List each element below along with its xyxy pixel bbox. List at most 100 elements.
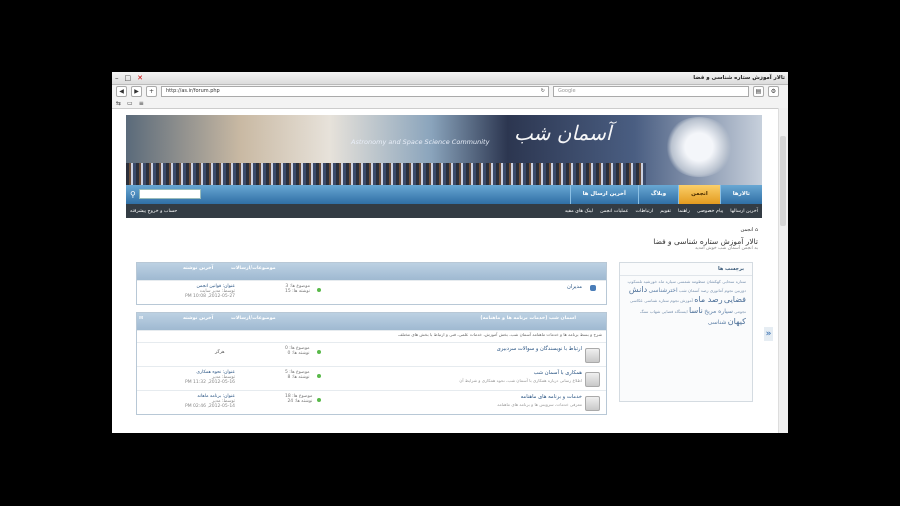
section-description: شرح و بسط برنامه ها و خدمات ماهنامه آسما…: [137, 330, 606, 342]
tag-medium[interactable]: اخترشناسی: [648, 287, 677, 294]
submenu-calendar[interactable]: تقویم: [660, 209, 671, 214]
forum-list: موضوعات/ارسالات آخرین نوشته مدیران موضوع…: [136, 262, 607, 422]
banner-english-title: Astronomy and Space Science Community: [351, 138, 490, 146]
scrollbar[interactable]: [778, 108, 788, 433]
page-subtitle: به انجمن آسمان شب خوش آمدید: [695, 246, 758, 251]
status-dot-icon: [317, 350, 321, 354]
tag-large[interactable]: رصد ماه: [694, 295, 722, 304]
gear-icon[interactable]: ⚙: [768, 86, 779, 97]
tag-large[interactable]: ناسا: [689, 306, 703, 315]
forum-title[interactable]: مدیران: [567, 284, 582, 290]
close-icon[interactable]: ✕: [137, 74, 143, 82]
tab-blog[interactable]: وبلاگ: [637, 185, 678, 204]
forum-title[interactable]: ارتباط با نویسندگان و سوالات سردبیری: [497, 346, 582, 352]
forward-icon[interactable]: ▶: [131, 86, 142, 97]
collapse-icon[interactable]: ⊟: [139, 316, 143, 321]
title-bar: – □ ✕ تالار آموزش ستاره شناسی و فضا: [112, 72, 788, 85]
new-tab-icon[interactable]: +: [146, 86, 157, 97]
account-link[interactable]: حساب و خروج پیشرفته: [130, 209, 177, 214]
search-icon[interactable]: ⚲: [130, 190, 136, 199]
last-post: عنوان: برنامه ماهانه توسط: مدیر 2012-05-…: [185, 394, 235, 409]
forum-row[interactable]: مدیران موضوع ها: 3 نوشته ها: 15 عنوان: ق…: [137, 280, 606, 304]
post-count: نوشته ها: 0: [287, 351, 310, 356]
breadcrumb-home[interactable]: ⌂ انجمن: [653, 227, 758, 233]
submenu-latest-posts[interactable]: آخرین ارسالها: [730, 209, 758, 214]
bookmarks-icon[interactable]: ⇆: [116, 100, 121, 107]
status-dot-icon: [317, 374, 321, 378]
forum-row[interactable]: همکاری با آسمان شب اطلاع رسانی درباره هم…: [137, 366, 606, 390]
maximize-icon[interactable]: □: [125, 74, 132, 82]
col-topics-header: موضوعات/ارسالات: [231, 266, 276, 271]
search-placeholder: Google: [558, 88, 576, 94]
forum-description: اطلاع رسانی درباره همکاری با آسمان شب، ن…: [459, 378, 582, 383]
back-icon[interactable]: ◀: [116, 86, 127, 97]
breadcrumb-home-label[interactable]: انجمن: [741, 227, 754, 233]
minimize-icon[interactable]: –: [115, 74, 119, 82]
scrollbar-thumb[interactable]: [780, 136, 786, 226]
breadcrumb: ⌂ انجمن تالار آموزش ستاره شناسی و فضا به…: [653, 227, 758, 251]
col-topics-header: موضوعات/ارسالات: [231, 316, 276, 321]
site-logo[interactable]: آسمان شب: [514, 121, 611, 145]
tab-community[interactable]: انجمن: [678, 185, 720, 204]
forum-icon: [585, 348, 600, 363]
col-last-header: آخرین نوشته: [183, 266, 214, 271]
submenu-useful-links[interactable]: لینک های مفید: [565, 209, 593, 214]
tag-medium[interactable]: سیاره مریخ: [704, 308, 733, 315]
col-last-header: آخرین نوشته: [183, 316, 214, 321]
browser-window: – □ ✕ تالار آموزش ستاره شناسی و فضا ◀ ▶ …: [112, 72, 788, 433]
forum-row[interactable]: ارتباط با نویسندگان و سوالات سردبیری موض…: [137, 342, 606, 366]
submenu-private-messages[interactable]: پیام خصوصی: [697, 209, 723, 214]
forum-icon: [585, 396, 600, 411]
last-post-date: 2012-05-14, 02:46 PM: [185, 404, 236, 409]
nav-toolbar: ◀ ▶ + http://as.ir/forum.php ↻ Google ▤ …: [112, 85, 788, 98]
page-menu-icon[interactable]: ▤: [753, 86, 764, 97]
submenu-forum-actions[interactable]: عملیات انجمن: [600, 209, 628, 214]
post-count: نوشته ها: 24: [287, 399, 313, 404]
section-header: موضوعات/ارسالات آخرین نوشته: [137, 263, 606, 280]
section-title[interactable]: اسمان شب (خدمات برنامه ها و ماهنامه): [480, 316, 576, 321]
forum-stats: موضوع ها: 0 نوشته ها: 0: [285, 346, 310, 356]
forum-section-2: اسمان شب (خدمات برنامه ها و ماهنامه) موض…: [136, 312, 607, 415]
last-post: عنوان: قوانین انجمن توسط: مدیر سایت 2012…: [185, 284, 235, 299]
window-controls: – □ ✕: [115, 74, 143, 82]
submenu-contacts[interactable]: ارتباطات: [635, 209, 653, 214]
last-post-date: 2012-05-16, 11:32 PM: [185, 380, 236, 385]
forum-section-1: موضوعات/ارسالات آخرین نوشته مدیران موضوع…: [136, 262, 607, 305]
search-input[interactable]: Google: [553, 86, 749, 97]
address-bar[interactable]: http://as.ir/forum.php ↻: [161, 86, 549, 97]
tag-cloud: ستاره سحابی کهکشان منظومه شمسی سیاره ماه…: [620, 276, 752, 331]
forum-page: Astronomy and Space Science Community آس…: [126, 115, 773, 415]
tag-medium[interactable]: شناسی: [708, 319, 727, 326]
address-text: http://as.ir/forum.php: [166, 88, 220, 94]
page-title: تالار آموزش ستاره شناسی و فضا: [653, 237, 758, 246]
main-menu: ⚲ تالارها انجمن وبلاگ آخرین ارسال ها: [126, 185, 762, 204]
tag-large[interactable]: کیهان: [728, 317, 746, 326]
post-count: نوشته ها: 15: [285, 289, 310, 294]
reload-icon[interactable]: ↻: [541, 87, 545, 96]
last-post-never: هرگز: [215, 350, 225, 355]
forum-title[interactable]: همکاری با آسمان شب: [534, 370, 582, 376]
submenu-help[interactable]: راهنما: [678, 209, 690, 214]
forum-banner: Astronomy and Space Science Community آس…: [126, 115, 762, 185]
forum-title[interactable]: خدمات و برنامه های ماهنامه: [521, 394, 582, 400]
sidebar-toggle-icon[interactable]: »: [764, 327, 773, 341]
list-icon[interactable]: ≡: [139, 100, 144, 107]
crowd-image: [126, 163, 646, 185]
history-icon[interactable]: ▭: [127, 100, 133, 107]
tag-cloud-title: برچسب ها: [620, 263, 752, 276]
forum-row[interactable]: خدمات و برنامه های ماهنامه معرفی خدمات، …: [137, 390, 606, 414]
forum-description: معرفی خدمات، سرویس ها و برنامه های ماهنا…: [497, 402, 582, 407]
forum-stats: موضوع ها: 3 نوشته ها: 15: [285, 284, 310, 294]
forum-search-input[interactable]: [138, 189, 201, 199]
quick-search: ⚲: [130, 189, 201, 199]
forum-stats: موضوع ها: 5 نوشته ها: 8: [285, 370, 310, 380]
forum-stats: موضوع ها: 18 نوشته ها: 24: [285, 394, 312, 404]
last-post: عنوان: نحوه همکاری توسط: مدیر 2012-05-16…: [185, 370, 235, 385]
tag-small[interactable]: ایستگاه فضایی شهاب سنگ: [640, 309, 688, 314]
tab-latest[interactable]: آخرین ارسال ها: [569, 185, 638, 204]
tab-forums[interactable]: تالارها: [719, 185, 762, 204]
status-dot-icon: [317, 398, 321, 402]
window-title: تالار آموزش ستاره شناسی و فضا: [693, 75, 785, 81]
section-header: اسمان شب (خدمات برنامه ها و ماهنامه) موض…: [137, 313, 606, 330]
astronaut-image: [664, 117, 734, 177]
